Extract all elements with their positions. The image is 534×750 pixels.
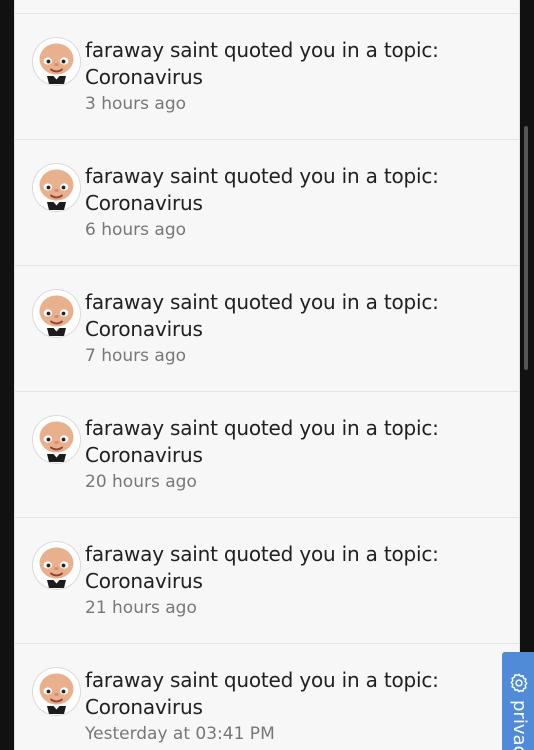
notification-actor: faraway saint	[85, 668, 218, 692]
avatar-face-icon	[33, 164, 80, 211]
avatar-face-icon	[33, 416, 80, 463]
notification-action: quoted you in a topic:	[223, 38, 439, 62]
scrollbar[interactable]	[524, 126, 528, 370]
notification-text: faraway saint quoted you in a topic: Cor…	[85, 415, 503, 495]
notifications-panel: faraway saint quoted you in a topic: Cor…	[14, 0, 520, 750]
notification-list: faraway saint quoted you in a topic: Cor…	[15, 14, 519, 750]
notification-action: quoted you in a topic:	[223, 542, 439, 566]
notification-text: faraway saint quoted you in a topic: Cor…	[85, 163, 503, 243]
notification-text: faraway saint quoted you in a topic: Cor…	[85, 289, 503, 369]
notification-headline: faraway saint quoted you in a topic:	[85, 541, 503, 568]
notification-headline: faraway saint quoted you in a topic:	[85, 289, 503, 316]
avatar[interactable]	[33, 416, 80, 463]
notification-time: 3 hours ago	[85, 94, 187, 114]
notification-text: faraway saint quoted you in a topic: Cor…	[85, 667, 503, 747]
notification-topic[interactable]: Coronavirus	[85, 694, 503, 721]
notification-text: faraway saint quoted you in a topic: Cor…	[85, 37, 503, 117]
notification-actor: faraway saint	[85, 38, 218, 62]
avatar-face-icon	[33, 668, 80, 715]
notification-actor: faraway saint	[85, 542, 218, 566]
notifications-screen: faraway saint quoted you in a topic: Cor…	[0, 0, 534, 750]
notification-item[interactable]: faraway saint quoted you in a topic: Cor…	[15, 14, 519, 140]
notification-action: quoted you in a topic:	[223, 416, 439, 440]
notification-actor: faraway saint	[85, 290, 218, 314]
avatar[interactable]	[33, 668, 80, 715]
notification-item[interactable]: faraway saint quoted you in a topic: Cor…	[15, 140, 519, 266]
avatar-face-icon	[33, 38, 80, 85]
avatar[interactable]	[33, 542, 80, 589]
notification-text: faraway saint quoted you in a topic: Cor…	[85, 541, 503, 621]
avatar[interactable]	[33, 164, 80, 211]
notification-action: quoted you in a topic:	[223, 668, 439, 692]
notification-headline: faraway saint quoted you in a topic:	[85, 37, 503, 64]
notification-actor: faraway saint	[85, 416, 218, 440]
notification-topic[interactable]: Coronavirus	[85, 442, 503, 469]
gear-icon	[510, 673, 528, 693]
notification-action: quoted you in a topic:	[223, 290, 439, 314]
notification-time: 21 hours ago	[85, 598, 197, 618]
notification-item[interactable]: faraway saint quoted you in a topic: Cor…	[15, 392, 519, 518]
notification-time: Yesterday at 03:41 PM	[85, 724, 275, 744]
notification-topic[interactable]: Coronavirus	[85, 64, 503, 91]
notification-topic[interactable]: Coronavirus	[85, 568, 503, 595]
privacy-tab-label: privac	[509, 700, 530, 750]
avatar[interactable]	[33, 290, 80, 337]
notification-item[interactable]: faraway saint quoted you in a topic: Cor…	[15, 644, 519, 750]
avatar-face-icon	[33, 290, 80, 337]
notification-topic[interactable]: Coronavirus	[85, 190, 503, 217]
notification-headline: faraway saint quoted you in a topic:	[85, 163, 503, 190]
notification-item[interactable]: faraway saint quoted you in a topic: Cor…	[15, 518, 519, 644]
notification-headline: faraway saint quoted you in a topic:	[85, 415, 503, 442]
notification-actor: faraway saint	[85, 164, 218, 188]
notification-time: 7 hours ago	[85, 346, 187, 366]
notification-action: quoted you in a topic:	[223, 164, 439, 188]
notification-time: 20 hours ago	[85, 472, 197, 492]
notification-headline: faraway saint quoted you in a topic:	[85, 667, 503, 694]
notification-time: 6 hours ago	[85, 220, 187, 240]
notification-item[interactable]: faraway saint quoted you in a topic: Cor…	[15, 266, 519, 392]
avatar-face-icon	[33, 542, 80, 589]
privacy-settings-tab[interactable]: privac	[502, 652, 534, 750]
notification-topic[interactable]: Coronavirus	[85, 316, 503, 343]
avatar[interactable]	[33, 38, 80, 85]
